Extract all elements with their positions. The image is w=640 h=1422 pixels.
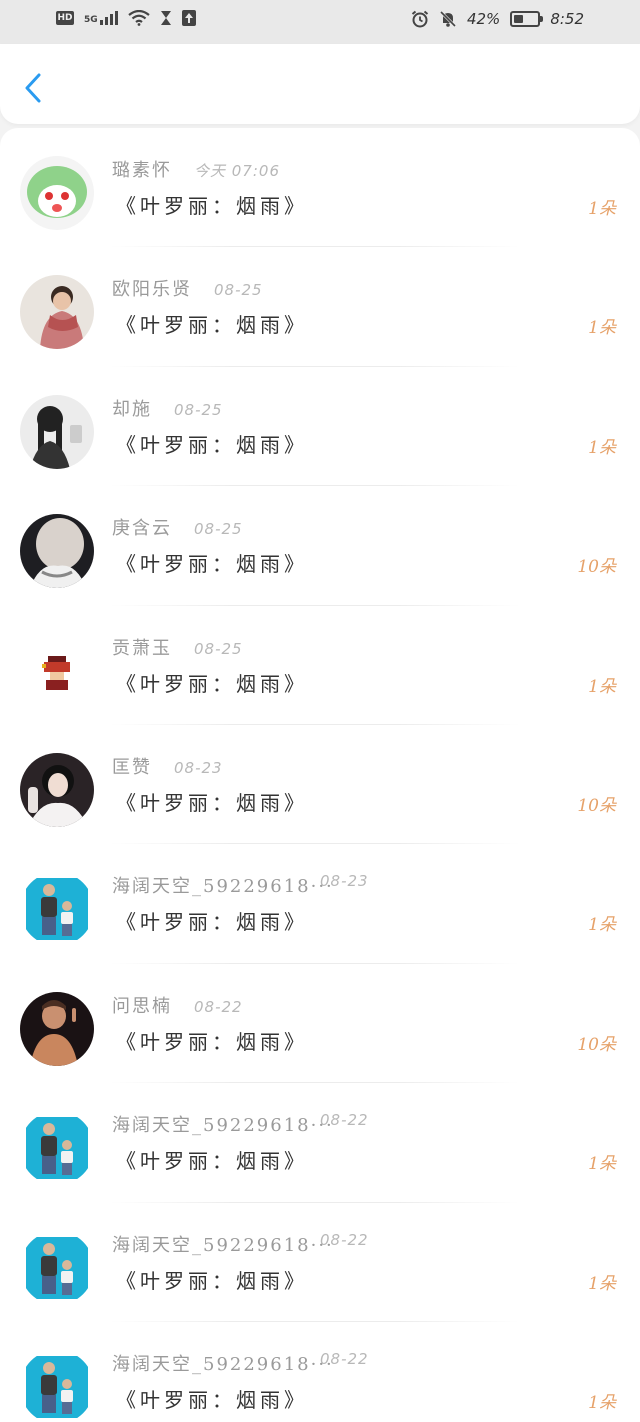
flower-count: 1朵 xyxy=(588,915,616,936)
record-time: 08-25 xyxy=(194,639,243,658)
user-name[interactable]: 庚含云 xyxy=(112,514,172,540)
user-name[interactable]: 海阔天空_59229618··· xyxy=(112,872,334,898)
record-time: 08-22 xyxy=(194,997,243,1016)
avatar[interactable] xyxy=(20,991,94,1066)
avatar[interactable] xyxy=(20,1230,94,1305)
flower-count: 10朵 xyxy=(577,795,616,816)
avatar[interactable] xyxy=(20,275,94,350)
gift-title: 《叶罗丽：烟雨》 xyxy=(116,790,308,815)
gift-title: 《叶罗丽：烟雨》 xyxy=(116,1149,308,1174)
flower-count: 1朵 xyxy=(588,1273,616,1294)
record-time: 08-25 xyxy=(214,281,263,300)
name-line: 海阔天空_59229618··· 08-22 xyxy=(112,1231,472,1257)
avatar[interactable] xyxy=(20,872,94,947)
record-time: 08-22 xyxy=(320,1111,369,1130)
gift-record-row[interactable]: 欧阳乐贤 08-25 《叶罗丽：烟雨》 1朵 xyxy=(0,247,640,367)
gift-title: 《叶罗丽：烟雨》 xyxy=(116,194,308,218)
battery-percent: 42% xyxy=(466,10,501,28)
user-name[interactable]: 匡赞 xyxy=(112,753,152,779)
name-line: 海阔天空_59229618··· 08-22 xyxy=(112,1111,472,1137)
gift-title: 《叶罗丽：烟雨》 xyxy=(116,1268,308,1293)
gift-record-row[interactable]: 海阔天空_59229618··· 08-22 《叶罗丽：烟雨》 1朵 xyxy=(0,1083,640,1203)
gift-record-row[interactable]: 贡萧玉 08-25 《叶罗丽：烟雨》 1朵 xyxy=(0,606,640,725)
flower-count: 1朵 xyxy=(588,199,616,219)
gift-record-row[interactable]: 海阔天空_59229618··· 08-22 《叶罗丽：烟雨》 1朵 xyxy=(0,1322,640,1422)
flower-count: 1朵 xyxy=(588,437,616,458)
gift-record-row[interactable]: 海阔天空_59229618··· 08-23 《叶罗丽：烟雨》 1朵 xyxy=(0,844,640,964)
flower-count: 1朵 xyxy=(588,318,616,339)
alarm-icon xyxy=(411,10,429,28)
gift-record-row[interactable]: 璐素怀 今天 07:06 《叶罗丽：烟雨》 1朵 xyxy=(0,128,640,248)
name-line: 庚含云 08-25 xyxy=(112,514,472,540)
avatar[interactable] xyxy=(20,633,94,708)
user-name[interactable]: 贡萧玉 xyxy=(112,634,172,660)
user-name[interactable]: 却施 xyxy=(112,395,152,421)
record-time: 08-25 xyxy=(174,400,223,419)
flower-count: 1朵 xyxy=(588,1392,616,1413)
status-right: 42% 8:52 xyxy=(411,10,584,28)
hd-badge: HD xyxy=(56,11,74,25)
avatar[interactable] xyxy=(20,1111,94,1186)
battery-fill xyxy=(514,15,524,23)
user-name[interactable]: 欧阳乐贤 xyxy=(112,275,192,301)
avatar[interactable] xyxy=(20,514,94,589)
user-name[interactable]: 璐素怀 xyxy=(112,156,172,182)
gift-title: 《叶罗丽：烟雨》 xyxy=(116,1029,308,1054)
clock: 8:52 xyxy=(550,10,584,28)
record-time: 今天 07:06 xyxy=(194,162,280,180)
gift-title: 《叶罗丽：烟雨》 xyxy=(116,1387,308,1412)
name-line: 海阔天空_59229618··· 08-23 xyxy=(112,872,472,898)
name-line: 璐素怀 今天 07:06 xyxy=(112,156,472,182)
name-line: 贡萧玉 08-25 xyxy=(112,634,472,660)
gift-title: 《叶罗丽：烟雨》 xyxy=(116,313,308,338)
name-line: 问思楠 08-22 xyxy=(112,992,472,1018)
avatar[interactable] xyxy=(20,394,94,469)
hourglass-icon xyxy=(160,11,171,25)
gift-title: 《叶罗丽：烟雨》 xyxy=(116,671,308,696)
name-line: 却施 08-25 xyxy=(112,395,472,421)
user-name[interactable]: 海阔天空_59229618··· xyxy=(112,1111,334,1137)
chevron-left-icon xyxy=(25,73,41,103)
gift-record-row[interactable]: 海阔天空_59229618··· 08-22 《叶罗丽：烟雨》 1朵 xyxy=(0,1203,640,1322)
user-name[interactable]: 海阔天空_59229618··· xyxy=(112,1350,334,1376)
avatar[interactable] xyxy=(20,156,94,230)
wifi-icon xyxy=(127,10,150,26)
gift-record-row[interactable]: 问思楠 08-22 《叶罗丽：烟雨》 10朵 xyxy=(0,964,640,1084)
mute-bell-icon xyxy=(439,10,457,28)
top-bar xyxy=(0,44,640,124)
status-bar: HD 5G 42% 8:52 xyxy=(0,0,640,44)
gift-record-row[interactable]: 匡赞 08-23 《叶罗丽：烟雨》 10朵 xyxy=(0,725,640,845)
gift-title: 《叶罗丽：烟雨》 xyxy=(116,552,308,577)
back-button[interactable] xyxy=(22,72,46,104)
gift-title: 《叶罗丽：烟雨》 xyxy=(116,432,308,457)
gift-record-list: 璐素怀 今天 07:06 《叶罗丽：烟雨》 1朵 欧阳乐贤 08-25 《叶罗丽：烟雨》 1朵… xyxy=(0,128,640,1422)
record-time: 08-22 xyxy=(320,1230,369,1249)
flower-count: 10朵 xyxy=(577,557,616,578)
signal-bars-icon xyxy=(99,11,118,25)
gift-record-row[interactable]: 却施 08-25 《叶罗丽：烟雨》 1朵 xyxy=(0,367,640,487)
network-type: 5G xyxy=(84,15,98,25)
gift-title: 《叶罗丽：烟雨》 xyxy=(116,910,308,935)
flower-count: 1朵 xyxy=(588,676,616,697)
avatar[interactable] xyxy=(20,752,94,827)
upload-icon xyxy=(181,10,196,26)
name-line: 匡赞 08-23 xyxy=(112,753,472,779)
flower-count: 10朵 xyxy=(577,1034,616,1055)
user-name[interactable]: 问思楠 xyxy=(112,992,172,1018)
flower-count: 1朵 xyxy=(588,1154,616,1175)
record-time: 08-23 xyxy=(320,872,369,891)
user-name[interactable]: 海阔天空_59229618··· xyxy=(112,1231,334,1257)
battery-icon xyxy=(510,11,544,27)
name-line: 海阔天空_59229618··· 08-22 xyxy=(112,1350,472,1376)
record-time: 08-25 xyxy=(194,520,243,539)
avatar[interactable] xyxy=(20,1349,94,1422)
name-line: 欧阳乐贤 08-25 xyxy=(112,275,472,301)
status-left: HD 5G xyxy=(56,10,196,26)
cellular-signal: 5G xyxy=(84,11,118,25)
record-time: 08-23 xyxy=(174,758,223,777)
gift-record-row[interactable]: 庚含云 08-25 《叶罗丽：烟雨》 10朵 xyxy=(0,486,640,606)
record-time: 08-22 xyxy=(320,1349,369,1368)
